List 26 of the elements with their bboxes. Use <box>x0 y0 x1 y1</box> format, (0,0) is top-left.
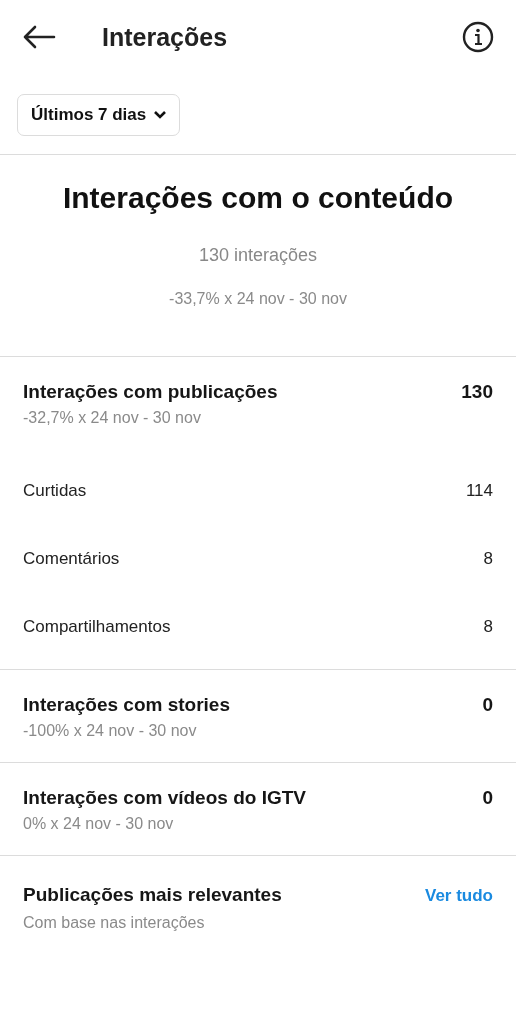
comparison-text: -33,7% x 24 nov - 30 nov <box>169 290 347 308</box>
date-range-dropdown[interactable]: Últimos 7 dias <box>17 94 181 136</box>
section-value: 0 <box>482 787 493 809</box>
section-title: Interações com stories <box>23 694 230 716</box>
metric-label: Comentários <box>23 549 120 569</box>
back-arrow-icon[interactable] <box>22 25 56 49</box>
section-title: Publicações mais relevantes <box>23 884 282 906</box>
comparison-text: -32,7% x 24 nov - 30 nov <box>23 409 202 427</box>
see-all-link[interactable]: Ver tudo <box>425 886 493 906</box>
metric-value: 8 <box>483 549 493 569</box>
section-title: Interações com publicações <box>23 381 278 403</box>
metric-value: 8 <box>483 617 493 637</box>
info-icon[interactable] <box>462 21 494 53</box>
metric-label: Compartilhamentos <box>23 617 171 637</box>
interaction-count: 130 interações <box>198 245 318 266</box>
metric-label: Curtidas <box>23 481 87 501</box>
summary-title: Interações com o conteúdo <box>62 181 454 215</box>
chevron-down-icon <box>153 110 168 120</box>
section-value: 0 <box>482 694 493 716</box>
section-value: 130 <box>461 381 493 403</box>
comparison-text: -100% x 24 nov - 30 nov <box>23 722 198 740</box>
section-title: Interações com vídeos do IGTV <box>23 787 306 809</box>
metric-value: 114 <box>465 481 493 501</box>
comparison-text: 0% x 24 nov - 30 nov <box>23 815 175 833</box>
page-title: Interações <box>102 22 229 52</box>
section-subtitle: Com base nas interações <box>23 914 206 932</box>
